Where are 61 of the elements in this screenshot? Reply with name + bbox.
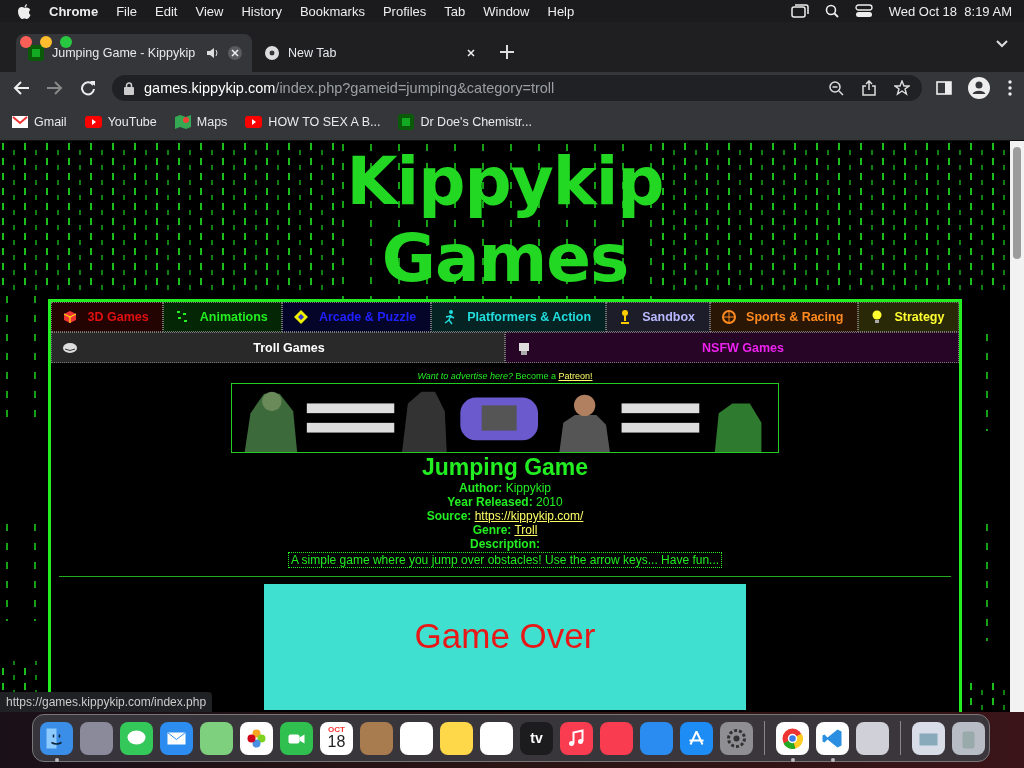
bookmark-link[interactable]: Dr Doe's Chemistr... <box>420 115 532 129</box>
apple-logo-icon[interactable] <box>18 3 31 19</box>
menu-item[interactable]: Bookmarks <box>299 3 365 19</box>
mail-icon <box>12 116 28 128</box>
finder-face-icon[interactable] <box>40 721 73 755</box>
close-icon[interactable] <box>228 46 242 60</box>
address-bar[interactable]: games.kippykip.com/index.php?gameid=jumping&category=troll <box>112 75 922 101</box>
chrome-icon[interactable] <box>776 721 809 755</box>
share-icon[interactable] <box>862 80 876 96</box>
trash-icon[interactable] <box>952 721 985 755</box>
browser-tab[interactable]: Jumping Game - Kippykip <box>16 34 252 72</box>
control-center-icon[interactable] <box>854 4 873 18</box>
lock-icon <box>124 81 134 95</box>
windows-icon[interactable] <box>790 4 809 18</box>
menu-item[interactable]: View <box>195 3 224 19</box>
envelope-icon[interactable] <box>160 721 193 755</box>
gear-icon[interactable] <box>720 721 753 755</box>
tab-title: Jumping Game - Kippykip <box>52 46 197 60</box>
speech-bubble-icon[interactable] <box>120 721 153 755</box>
scrollbar[interactable] <box>1010 141 1024 712</box>
code-editor-icon[interactable] <box>816 721 849 755</box>
site-icon <box>398 114 415 130</box>
play-icon <box>245 116 263 128</box>
folder-icon[interactable] <box>912 721 945 755</box>
menu-bar-clock[interactable]: Wed Oct 18 8:19 AM <box>888 3 1012 19</box>
back-icon[interactable] <box>12 80 30 96</box>
video-camera-icon[interactable] <box>280 721 313 755</box>
tv-icon[interactable]: tv <box>520 721 553 755</box>
side-panel-icon[interactable] <box>936 81 952 95</box>
more-icon[interactable] <box>1008 80 1012 96</box>
url-path: /index.php?gameid=jumping&category=troll <box>275 80 555 96</box>
bookmark-link[interactable]: HOW TO SEX A B... <box>268 115 381 129</box>
browser-tab[interactable]: New Tab <box>252 34 488 72</box>
menu-item[interactable]: File <box>116 3 138 19</box>
flower-icon[interactable] <box>240 721 273 755</box>
url-host: games.kippykip.com <box>144 80 276 96</box>
menu-item[interactable]: Tab <box>444 3 466 19</box>
menu-item[interactable]: Profiles <box>382 3 427 19</box>
site-icon <box>28 45 44 61</box>
app-menu[interactable]: Chrome <box>49 3 99 19</box>
profile-icon[interactable] <box>968 77 990 99</box>
menu-item[interactable]: Edit <box>155 3 178 19</box>
menu-item[interactable]: History <box>241 3 282 19</box>
chevron-down-icon[interactable] <box>996 40 1008 48</box>
bookmark-link[interactable]: Maps <box>196 115 228 129</box>
search-icon[interactable] <box>824 4 839 18</box>
calendar-icon[interactable]: OCT 18 <box>320 721 353 755</box>
play-icon <box>84 116 102 128</box>
reload-icon[interactable] <box>80 80 96 96</box>
forward-icon[interactable] <box>46 80 64 96</box>
menu-item[interactable]: Window <box>483 3 530 19</box>
star-icon[interactable] <box>894 80 910 96</box>
speaker-icon[interactable] <box>206 47 220 59</box>
music-note-icon[interactable] <box>560 721 593 755</box>
bookmark-link[interactable]: YouTube <box>107 115 157 129</box>
tab-title: New Tab <box>288 46 338 60</box>
app-store-icon[interactable] <box>680 721 713 755</box>
menu-item[interactable]: Help <box>547 3 575 19</box>
chrome-icon <box>264 45 280 61</box>
zoom-out-icon[interactable] <box>829 80 844 96</box>
bookmark-link[interactable]: Gmail <box>34 115 67 129</box>
